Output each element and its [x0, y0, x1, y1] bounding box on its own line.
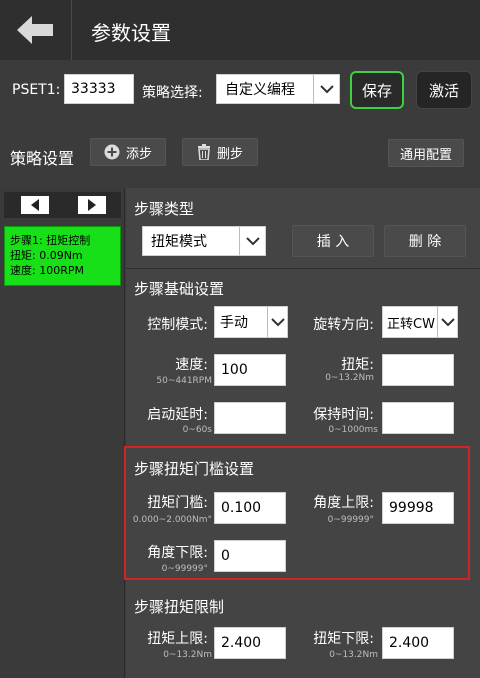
basic-settings-title: 步骤基础设置 — [134, 280, 225, 298]
torque-lower-input[interactable]: 2.400 — [382, 627, 454, 659]
rotation-direction-value: 正转CW — [387, 316, 435, 332]
pset-label: PSET1: — [12, 82, 61, 98]
control-mode-label: 控制模式: — [147, 317, 208, 333]
torque-input[interactable] — [382, 354, 454, 386]
triangle-right-icon — [88, 199, 96, 211]
torque-threshold-input[interactable]: 0.100 — [214, 492, 286, 524]
torque-threshold-label: 扭矩门槛: — [147, 495, 208, 511]
hold-time-label: 保持时间: — [313, 407, 374, 423]
strategy-settings-title: 策略设置 — [10, 149, 75, 168]
strategy-select[interactable]: 自定义编程 — [216, 74, 340, 104]
speed-input[interactable]: 100 — [214, 354, 286, 386]
chevron-down-icon — [437, 307, 457, 337]
plus-circle-icon — [104, 144, 120, 160]
angle-lower-label: 角度下限: — [147, 545, 208, 561]
torque-threshold-range: 0.000~2.000Nm° — [132, 515, 212, 525]
step-torque-line: 扭矩: 0.09Nm — [10, 249, 83, 262]
back-button[interactable] — [0, 0, 72, 60]
strategy-select-value: 自定义编程 — [225, 82, 295, 98]
back-arrow-icon — [16, 16, 53, 44]
torque-label: 扭矩: — [341, 357, 374, 373]
control-mode-value: 手动 — [220, 315, 248, 331]
insert-step-button[interactable]: 插 入 — [292, 225, 374, 257]
hold-time-input[interactable] — [382, 402, 454, 434]
chevron-down-icon — [313, 75, 339, 103]
start-delay-input[interactable] — [214, 402, 286, 434]
step-mode-value: 扭矩模式 — [151, 234, 207, 250]
general-config-button[interactable]: 通用配置 — [388, 139, 464, 167]
step-speed-line: 速度: 100RPM — [10, 264, 84, 277]
page-title: 参数设置 — [91, 21, 171, 45]
add-step-label: 添步 — [125, 146, 152, 162]
pset-input[interactable]: 33333 — [64, 74, 134, 104]
delete-step-label: 删步 — [216, 146, 243, 162]
section-divider — [126, 268, 480, 269]
step-mode-select[interactable]: 扭矩模式 — [142, 226, 266, 256]
strategy-select-label: 策略选择: — [142, 85, 203, 101]
add-step-button[interactable]: 添步 — [90, 138, 166, 166]
step-list-item[interactable]: 步骤1: 扭矩控制 扭矩: 0.09Nm 速度: 100RPM — [4, 226, 121, 286]
angle-upper-label: 角度上限: — [313, 495, 374, 511]
triangle-left-icon — [31, 199, 39, 211]
angle-upper-range: 0~99999° — [327, 515, 374, 525]
torque-limit-title: 步骤扭矩限制 — [134, 598, 225, 616]
speed-range: 50~441RPM — [156, 376, 212, 386]
torque-upper-label: 扭矩上限: — [147, 631, 208, 647]
angle-lower-range: 0~99999° — [161, 564, 208, 574]
torque-upper-input[interactable]: 2.400 — [214, 627, 286, 659]
header-bar — [0, 0, 480, 60]
trash-icon — [197, 144, 210, 160]
hold-time-range: 0~1000ms — [328, 425, 378, 435]
start-delay-label: 启动延时: — [147, 407, 208, 423]
chevron-down-icon — [267, 307, 287, 337]
angle-lower-input[interactable]: 0 — [214, 540, 286, 572]
chevron-down-icon — [239, 227, 265, 255]
threshold-settings-title: 步骤扭矩门槛设置 — [134, 460, 255, 478]
rotation-direction-label: 旋转方向: — [313, 317, 374, 333]
torque-lower-label: 扭矩下限: — [313, 631, 374, 647]
torque-upper-range: 0~13.2Nm — [163, 650, 212, 660]
step-summary-line: 步骤1: 扭矩控制 — [10, 234, 91, 247]
torque-lower-range: 0~13.2Nm — [329, 650, 378, 660]
torque-range: 0~13.2Nm — [325, 373, 374, 383]
prev-step-button[interactable] — [21, 196, 49, 214]
start-delay-range: 0~60s — [182, 425, 212, 435]
next-step-button[interactable] — [78, 196, 106, 214]
delete-step-button[interactable]: 删步 — [182, 138, 258, 166]
save-button[interactable]: 保存 — [350, 71, 404, 109]
activate-button[interactable]: 激活 — [416, 71, 472, 109]
angle-upper-input[interactable]: 99998 — [382, 492, 454, 524]
rotation-direction-select[interactable]: 正转CW — [382, 306, 458, 338]
speed-label: 速度: — [175, 357, 208, 373]
control-mode-select[interactable]: 手动 — [214, 306, 288, 338]
remove-step-button[interactable]: 删 除 — [384, 225, 466, 257]
step-type-title: 步骤类型 — [134, 200, 195, 218]
